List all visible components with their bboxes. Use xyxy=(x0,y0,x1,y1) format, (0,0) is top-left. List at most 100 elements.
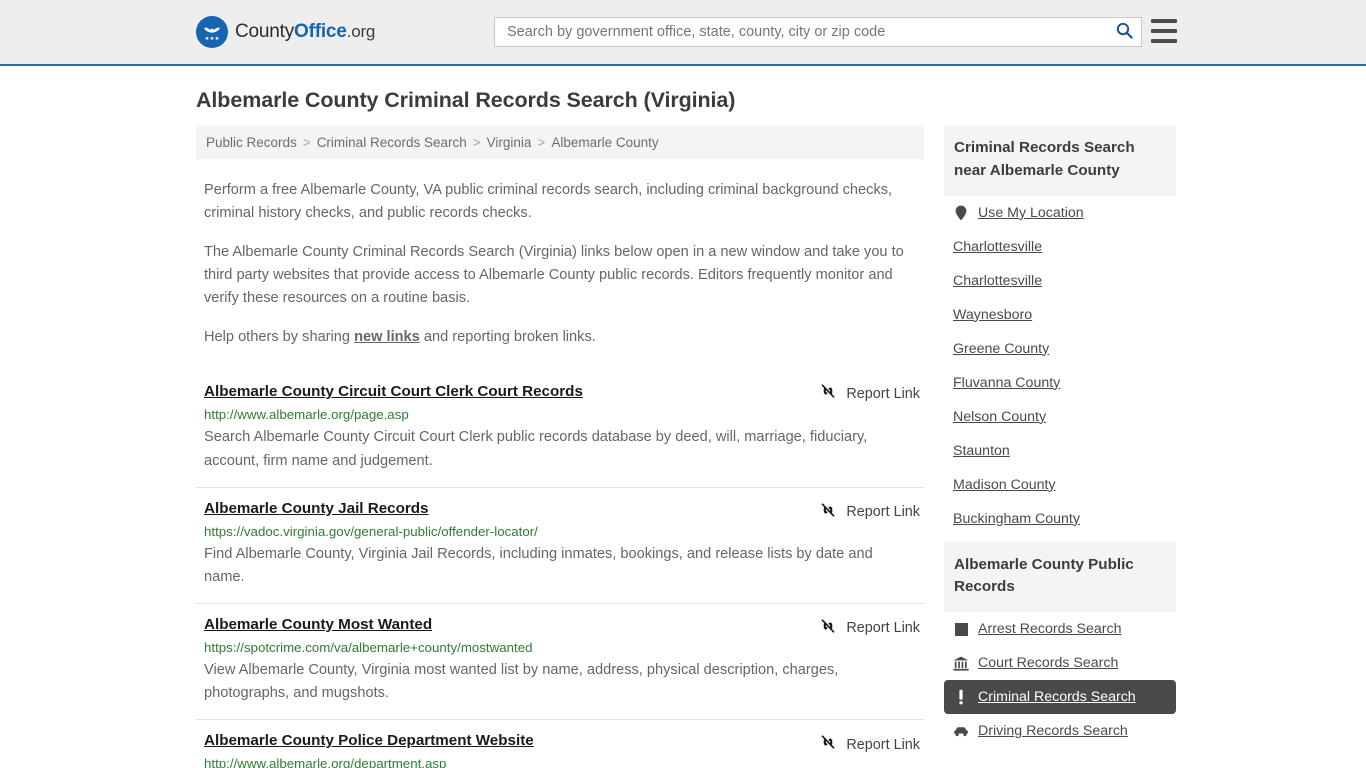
courthouse-icon xyxy=(953,655,969,671)
search-input[interactable] xyxy=(495,19,1107,45)
result-description: Find Albemarle County, Virginia Jail Rec… xyxy=(204,545,873,586)
nearby-item-charlottesville-1[interactable]: Charlottesville xyxy=(944,230,1176,264)
public-records-link[interactable]: Arrest Records Search xyxy=(978,621,1122,637)
report-link-label: Report Link xyxy=(846,504,920,521)
intro-paragraph-2: The Albemarle County Criminal Records Se… xyxy=(204,244,904,307)
public-records-link[interactable]: Criminal Records Search xyxy=(978,689,1136,705)
result-url[interactable]: http://www.albemarle.org/page.asp xyxy=(204,407,924,422)
broken-link-icon xyxy=(819,733,837,756)
broken-link-icon xyxy=(819,501,837,524)
report-link-label: Report Link xyxy=(846,385,920,402)
result-item: Albemarle County Police Department Websi… xyxy=(196,719,924,768)
public-records-panel: Albemarle County Public Records Arrest R… xyxy=(944,541,1176,749)
result-description: View Albemarle County, Virginia most wan… xyxy=(204,661,839,702)
nearby-link[interactable]: Fluvanna County xyxy=(953,375,1060,391)
nearby-link[interactable]: Buckingham County xyxy=(953,511,1080,527)
public-records-item-criminal[interactable]: Criminal Records Search xyxy=(944,680,1176,715)
report-link-button[interactable]: Report Link xyxy=(819,617,920,640)
result-url[interactable]: https://spotcrime.com/va/albemarle+count… xyxy=(204,640,924,655)
use-my-location-item[interactable]: Use My Location xyxy=(944,196,1176,230)
page-container: Albemarle County Criminal Records Search… xyxy=(0,88,1366,768)
nearby-list: Use My Location Charlottesville Charlott… xyxy=(944,196,1176,536)
map-pin-icon xyxy=(953,205,969,221)
eagle-seal-icon xyxy=(196,16,228,48)
results-list: Albemarle County Circuit Court Clerk Cou… xyxy=(196,369,924,768)
page-title: Albemarle County Criminal Records Search… xyxy=(196,88,736,112)
breadcrumb-item-virginia[interactable]: Virginia xyxy=(487,135,532,150)
nearby-link[interactable]: Staunton xyxy=(953,443,1010,459)
report-link-button[interactable]: Report Link xyxy=(819,733,920,756)
public-records-item-driving[interactable]: Driving Records Search xyxy=(944,714,1176,748)
intro-text: Perform a free Albemarle County, VA publ… xyxy=(196,179,924,349)
logo-text-county: County xyxy=(235,21,295,42)
nearby-item-charlottesville-2[interactable]: Charlottesville xyxy=(944,264,1176,298)
nearby-item-greene-county[interactable]: Greene County xyxy=(944,332,1176,366)
hamburger-bar-2 xyxy=(1151,29,1177,33)
breadcrumb: Public Records > Criminal Records Search… xyxy=(196,125,924,159)
public-records-panel-heading: Albemarle County Public Records xyxy=(944,541,1176,613)
result-title-link[interactable]: Albemarle County Jail Records xyxy=(204,500,429,517)
hamburger-bar-1 xyxy=(1151,19,1177,23)
nearby-panel-heading: Criminal Records Search near Albemarle C… xyxy=(944,125,1176,196)
sidebar: Criminal Records Search near Albemarle C… xyxy=(944,125,1176,754)
magnifier-icon xyxy=(1116,22,1133,42)
nearby-link[interactable]: Charlottesville xyxy=(953,239,1042,255)
nearby-item-staunton[interactable]: Staunton xyxy=(944,434,1176,468)
logo-text-org: .org xyxy=(346,22,376,41)
nearby-link[interactable]: Greene County xyxy=(953,341,1049,357)
exclamation-icon xyxy=(953,689,969,705)
public-records-list: Arrest Records Search Court Records Sear… xyxy=(944,612,1176,748)
nearby-item-buckingham-county[interactable]: Buckingham County xyxy=(944,502,1176,536)
car-icon xyxy=(953,723,969,739)
logo-wordmark: CountyOffice.org xyxy=(235,21,375,43)
nearby-link[interactable]: Charlottesville xyxy=(953,273,1042,289)
report-link-button[interactable]: Report Link xyxy=(819,382,920,405)
nearby-item-fluvanna-county[interactable]: Fluvanna County xyxy=(944,366,1176,400)
broken-link-icon xyxy=(819,382,837,405)
nearby-panel: Criminal Records Search near Albemarle C… xyxy=(944,125,1176,536)
site-header: CountyOffice.org xyxy=(0,0,1366,66)
search-button[interactable] xyxy=(1107,18,1141,46)
intro-paragraph-3-post: and reporting broken links. xyxy=(419,329,596,346)
public-records-item-court[interactable]: Court Records Search xyxy=(944,646,1176,680)
intro-paragraph-1: Perform a free Albemarle County, VA publ… xyxy=(204,182,893,222)
use-my-location-link[interactable]: Use My Location xyxy=(978,205,1084,221)
intro-paragraph-3: Help others by sharing new links and rep… xyxy=(204,326,916,349)
hamburger-menu-icon[interactable] xyxy=(1151,19,1177,43)
result-title-link[interactable]: Albemarle County Most Wanted xyxy=(204,616,432,633)
content-area: Public Records > Criminal Records Search… xyxy=(196,125,1176,768)
breadcrumb-separator: > xyxy=(472,134,481,150)
breadcrumb-item-public-records[interactable]: Public Records xyxy=(206,135,297,150)
site-logo[interactable]: CountyOffice.org xyxy=(196,16,375,48)
intro-paragraph-3-pre: Help others by sharing xyxy=(204,329,355,346)
nearby-item-waynesboro[interactable]: Waynesboro xyxy=(944,298,1176,332)
breadcrumb-separator: > xyxy=(537,134,546,150)
public-records-item-arrest[interactable]: Arrest Records Search xyxy=(944,612,1176,646)
breadcrumb-item-criminal-records-search[interactable]: Criminal Records Search xyxy=(317,135,467,150)
public-records-link[interactable]: Driving Records Search xyxy=(978,723,1128,739)
nearby-item-madison-county[interactable]: Madison County xyxy=(944,468,1176,502)
result-title-link[interactable]: Albemarle County Police Department Websi… xyxy=(204,732,534,749)
result-item: Albemarle County Most Wanted https://spo… xyxy=(196,602,924,719)
nearby-item-nelson-county[interactable]: Nelson County xyxy=(944,400,1176,434)
new-links-link[interactable]: new links xyxy=(354,329,420,345)
report-link-label: Report Link xyxy=(846,620,920,637)
report-link-button[interactable]: Report Link xyxy=(819,501,920,524)
result-url[interactable]: http://www.albemarle.org/department.asp xyxy=(204,756,924,768)
nearby-link[interactable]: Nelson County xyxy=(953,409,1046,425)
broken-link-icon xyxy=(819,617,837,640)
result-title-link[interactable]: Albemarle County Circuit Court Clerk Cou… xyxy=(204,383,583,400)
breadcrumb-item-albemarle-county[interactable]: Albemarle County xyxy=(551,135,658,150)
result-item: Albemarle County Jail Records https://va… xyxy=(196,486,924,603)
result-description: Search Albemarle County Circuit Court Cl… xyxy=(204,429,868,469)
search-bar[interactable] xyxy=(494,17,1142,47)
hamburger-bar-3 xyxy=(1151,39,1177,43)
nearby-link[interactable]: Waynesboro xyxy=(953,307,1032,323)
public-records-link[interactable]: Court Records Search xyxy=(978,655,1118,671)
fingerprint-square-icon xyxy=(953,621,969,637)
result-url[interactable]: https://vadoc.virginia.gov/general-publi… xyxy=(204,524,924,539)
breadcrumb-separator: > xyxy=(302,134,311,150)
logo-text-office: Office xyxy=(294,21,347,42)
nearby-link[interactable]: Madison County xyxy=(953,477,1056,493)
main-column: Public Records > Criminal Records Search… xyxy=(196,125,924,768)
